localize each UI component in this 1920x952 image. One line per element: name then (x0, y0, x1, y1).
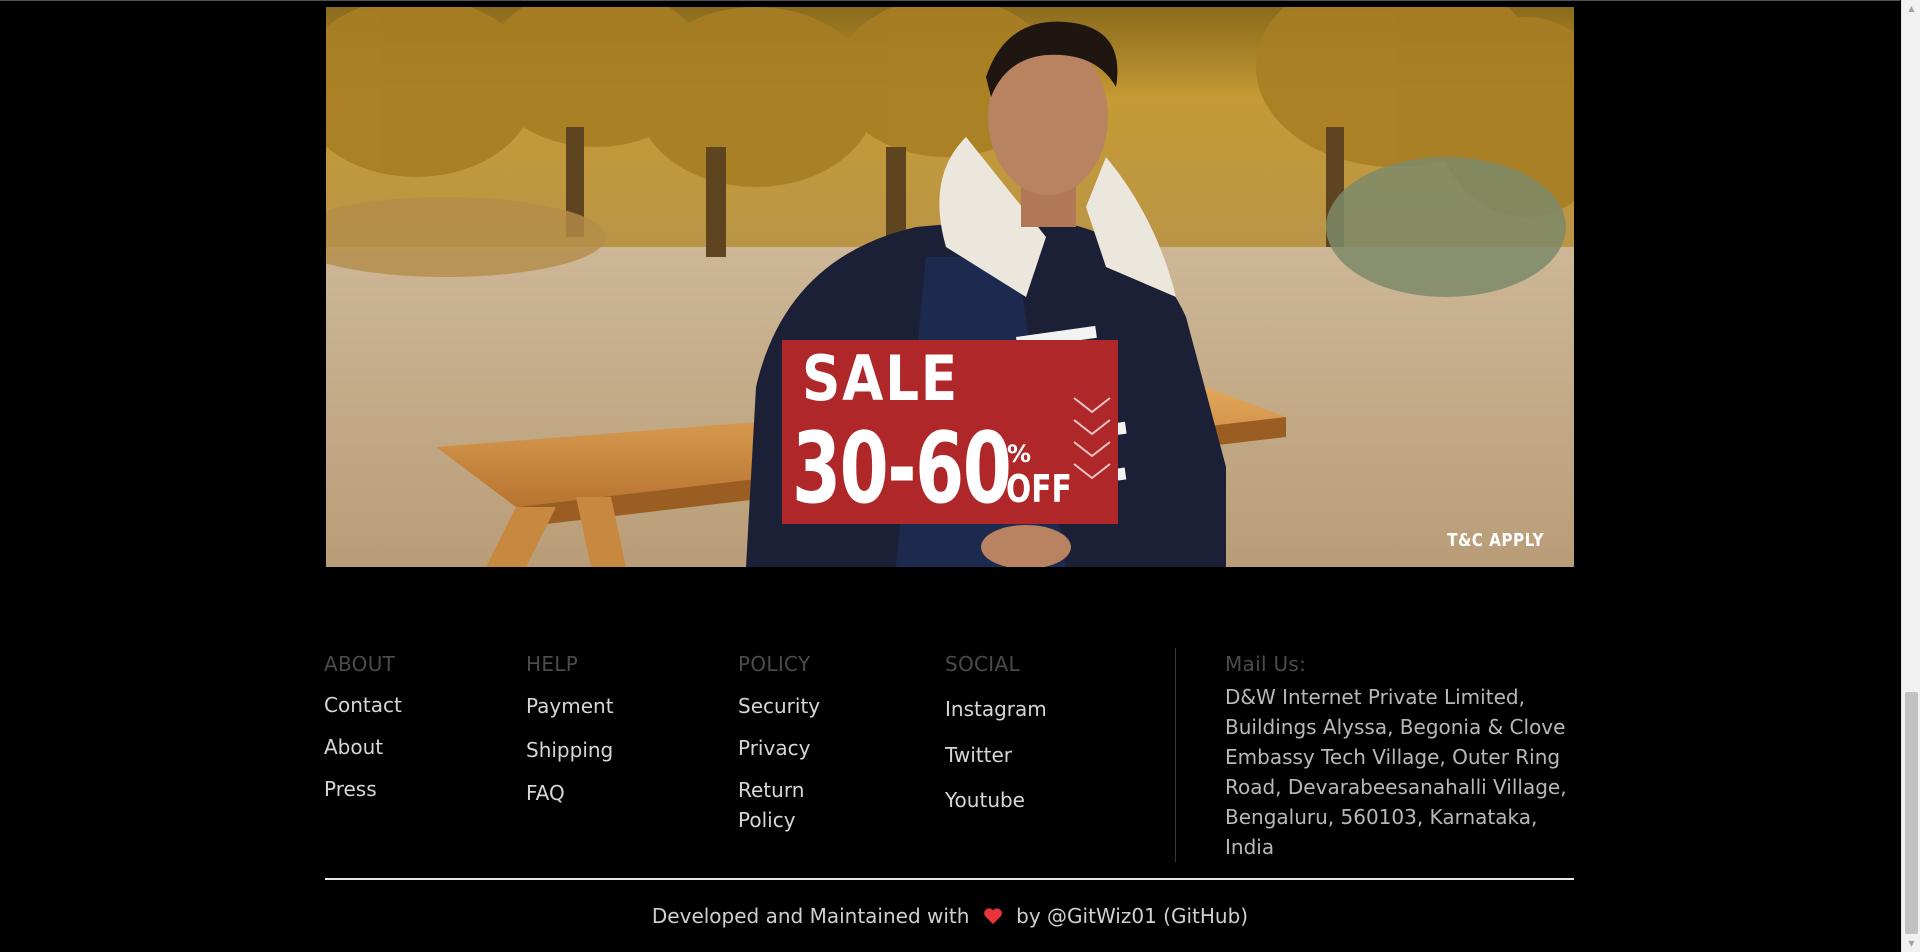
instagram-link[interactable]: Instagram (945, 694, 1047, 724)
policy-heading: POLICY (738, 652, 811, 676)
footer-about-column: ABOUT Contact About Press (324, 640, 402, 801)
sale-word: SALE (802, 342, 959, 415)
sale-banner[interactable]: SALE 30-60 % OFF T&C APPLY (326, 7, 1574, 567)
scroll-up-icon[interactable]: ▲ (1902, 0, 1920, 17)
press-link[interactable]: Press (324, 774, 377, 804)
percent-sign: % (1007, 440, 1032, 468)
chevron-down-icon (1073, 397, 1111, 480)
footer-rule (325, 878, 1574, 880)
social-heading: SOCIAL (945, 652, 1020, 676)
about-heading: ABOUT (324, 652, 396, 676)
footer-policy-column: POLICY Security Privacy Return Policy (738, 640, 820, 832)
heart-icon (983, 908, 1002, 925)
footer-help-column: HELP Payment Shipping FAQ (526, 640, 614, 805)
twitter-link[interactable]: Twitter (945, 740, 1012, 770)
footer-divider (1175, 648, 1176, 862)
contact-link[interactable]: Contact (324, 690, 402, 720)
payment-link[interactable]: Payment (526, 691, 614, 721)
footer-mail-column: Mail Us: D&W Internet Private Limited, B… (1225, 640, 1585, 862)
terms-label: T&C APPLY (1447, 530, 1544, 551)
credits-author-link[interactable]: by @GitWiz01 (GitHub) (1016, 904, 1248, 928)
faq-link[interactable]: FAQ (526, 778, 565, 808)
sale-badge: SALE 30-60 % OFF (782, 340, 1118, 524)
top-border (0, 0, 1900, 1)
help-heading: HELP (526, 652, 579, 676)
security-link[interactable]: Security (738, 691, 848, 721)
return-policy-link[interactable]: Return Policy (738, 775, 848, 835)
youtube-link[interactable]: Youtube (945, 785, 1025, 815)
credits-prefix: Developed and Maintained with (651, 904, 970, 928)
scrollbar-thumb[interactable] (1905, 692, 1918, 934)
credits: Developed and Maintained with by @GitWiz… (0, 902, 1900, 930)
scroll-down-icon[interactable]: ▼ (1902, 935, 1920, 952)
shipping-link[interactable]: Shipping (526, 735, 613, 765)
mail-address: D&W Internet Private Limited, Buildings … (1225, 685, 1567, 859)
discount-range: 30-60 (792, 412, 1012, 524)
page: SALE 30-60 % OFF T&C APPLY ABOUT Contact… (0, 0, 1920, 952)
vertical-scrollbar[interactable]: ▲ ▼ (1901, 0, 1920, 952)
mail-heading: Mail Us: (1225, 652, 1307, 676)
about-link[interactable]: About (324, 732, 383, 762)
off-word: OFF (1006, 467, 1072, 511)
footer-social-column: SOCIAL Instagram Twitter Youtube (945, 640, 1047, 812)
privacy-link[interactable]: Privacy (738, 733, 848, 763)
